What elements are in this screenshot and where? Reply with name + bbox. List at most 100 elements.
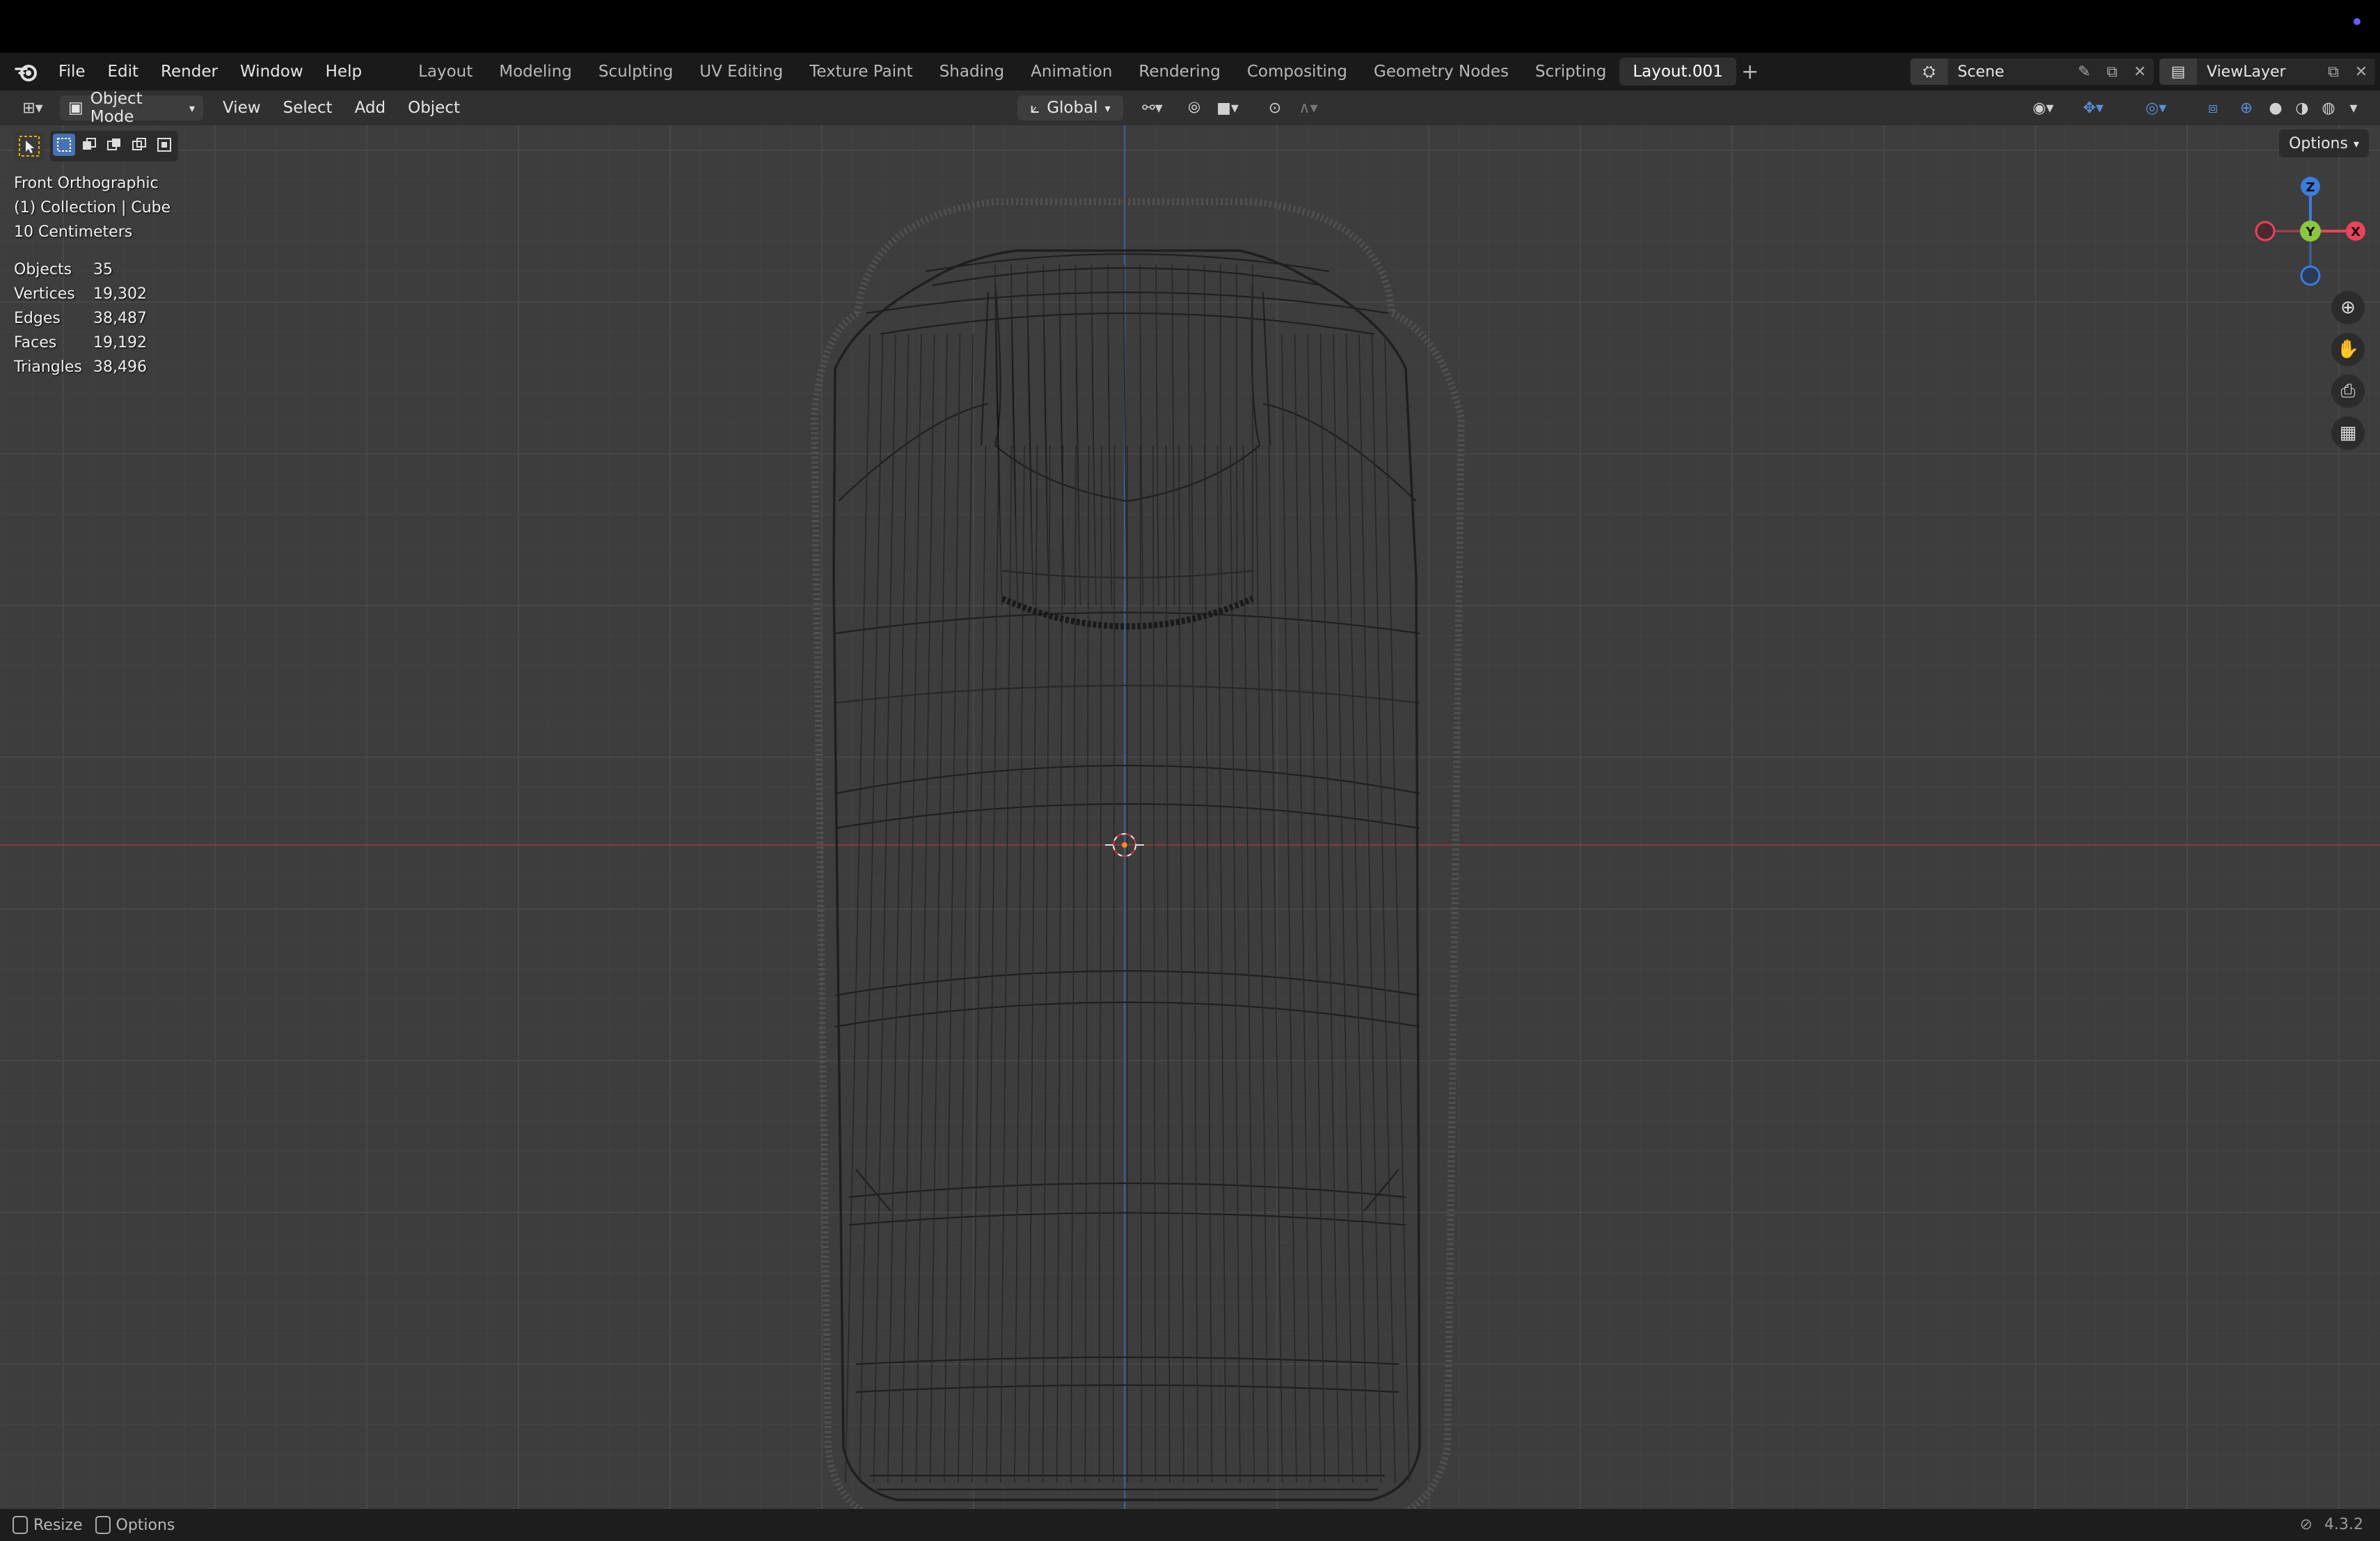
gizmo-neg-x-axis[interactable] [2255,221,2276,242]
mesh-edge-line [873,333,896,1483]
mode-label: Object Mode [90,90,143,126]
tab-scripting[interactable]: Scripting [1522,58,1619,86]
snap-target-icon[interactable]: ■▾ [1208,95,1247,120]
tab-texture-paint[interactable]: Texture Paint [796,58,926,86]
vertical-edge-lines [845,264,1410,1483]
select-extend-icon[interactable] [78,134,100,156]
mesh-edge-line [859,333,884,1483]
tab-uv-editing[interactable]: UV Editing [686,58,796,86]
rendered-shading-icon[interactable]: ◍ [2315,95,2342,120]
scene-icon[interactable]: ⛭ [1910,58,1948,85]
solid-shading-icon[interactable]: ● [2262,95,2290,120]
workspace-tabs: Layout Modeling Sculpting UV Editing Tex… [405,53,1764,90]
pan-hand-icon[interactable]: ✋ [2331,333,2365,366]
selection-mode-group [50,131,178,161]
tab-shading[interactable]: Shading [926,58,1017,86]
mesh-edge-line [1098,445,1102,1483]
tab-animation[interactable]: Animation [1017,58,1125,86]
mesh-edge-line [985,445,999,1483]
orientation-label: Global [1047,99,1098,117]
visibility-eye-icon[interactable]: ◉▾ [2022,95,2064,120]
delete-scene-icon[interactable]: ✕ [2126,63,2154,81]
select-subtract-icon[interactable] [103,134,125,156]
menu-view[interactable]: View [212,99,272,117]
editor-type-icon[interactable]: ⊞▾ [13,95,53,120]
indicator-dot [2354,18,2361,25]
xray-toggle-icon[interactable]: ⧈ [2199,95,2227,120]
mesh-edge-line [1084,445,1090,1483]
active-tool-select-icon[interactable] [14,131,45,161]
vest-mesh-wireframe[interactable] [832,249,1421,1501]
overlays-icon[interactable]: ◎▾ [2135,95,2177,120]
collar-edge-line [1091,264,1097,606]
blender-logo-icon[interactable] [14,59,39,84]
delete-viewlayer-icon[interactable]: ✕ [2347,63,2375,81]
falloff-icon[interactable]: ∧▾ [1289,95,1328,120]
options-button[interactable]: Options ▾ [2279,129,2369,157]
navigation-gizmo[interactable]: Z X Y [2248,167,2373,292]
mesh-edge-line [1152,445,1157,1483]
menu-help[interactable]: Help [315,63,373,81]
mesh-edge-line [1139,445,1142,1483]
mesh-edge-line [1268,445,1283,1483]
tab-modeling[interactable]: Modeling [486,58,585,86]
tool-settings-row [14,131,178,161]
mesh-edge-line [1294,333,1311,1483]
stat-row-faces: Faces 19,192 [14,334,147,351]
tab-rendering[interactable]: Rendering [1125,58,1233,86]
menu-file[interactable]: File [47,63,97,81]
mesh-edge-line [1358,333,1382,1483]
material-shading-icon[interactable]: ◑ [2288,95,2316,120]
menu-select[interactable]: Select [272,99,344,117]
scene-name[interactable]: Scene [1948,63,2070,81]
menu-add[interactable]: Add [344,99,397,117]
menu-window[interactable]: Window [229,63,315,81]
select-new-icon[interactable] [53,134,75,156]
zoom-icon[interactable]: ⊕ [2331,291,2365,324]
mesh-edge-line [944,333,961,1483]
svg-text:Y: Y [2305,225,2315,239]
version-label: 4.3.2 [2324,1516,2363,1533]
viewlayer-selector[interactable]: ▤ ViewLayer ⧉ ✕ [2159,58,2375,85]
tab-sculpting[interactable]: Sculpting [585,58,686,86]
add-workspace-button[interactable]: + [1736,60,1764,84]
scene-selector[interactable]: ⛭ Scene ✎ ⧉ ✕ [1910,58,2154,85]
tab-layout-001[interactable]: Layout.001 [1619,58,1736,86]
menu-edit[interactable]: Edit [97,63,150,81]
stat-row-vertices: Vertices 19,302 [14,285,147,303]
pin-icon[interactable]: ✎ [2070,63,2098,81]
tab-layout[interactable]: Layout [405,58,486,86]
viewport-canvas[interactable] [0,125,2380,1509]
viewport-header: ⊞▾ ▣ Object Mode ▾ View Select Add Objec… [0,90,2380,126]
mesh-edge-line [1178,445,1184,1483]
new-scene-icon[interactable]: ⧉ [2098,63,2126,81]
version-info: ⊘ 4.3.2 [2300,1516,2363,1533]
tab-compositing[interactable]: Compositing [1234,58,1360,86]
menu-render[interactable]: Render [150,63,229,81]
options-status-label: Options [116,1516,175,1534]
viewlayer-name[interactable]: ViewLayer [2197,63,2319,81]
menu-object[interactable]: Object [397,99,471,117]
gizmo-neg-z-axis[interactable] [2300,265,2321,286]
snap-icon[interactable]: ⦾ [1180,95,1208,120]
pivot-point-icon[interactable]: ⚯▾ [1133,95,1172,120]
object-mode-icon: ▣ [68,99,84,117]
new-viewlayer-icon[interactable]: ⧉ [2319,63,2347,81]
shading-options-chevron-icon[interactable]: ▾ [2341,95,2366,120]
mesh-edge-line [971,445,987,1483]
viewlayer-icon[interactable]: ▤ [2159,58,2197,85]
ortho-grid-icon[interactable]: ▦ [2331,416,2365,450]
mesh-edge-line [845,333,871,1483]
select-invert-icon[interactable] [128,134,150,156]
mode-selector[interactable]: ▣ Object Mode ▾ [60,90,203,126]
gizmo-toggle-icon[interactable]: ✥▾ [2072,95,2114,120]
svg-text:Z: Z [2306,180,2315,195]
camera-view-icon[interactable]: ⎙ [2331,374,2365,408]
wireframe-shading-icon[interactable]: ⊕ [2232,95,2260,120]
3d-viewport[interactable]: Front Orthographic (1) Collection | Cube… [0,125,2380,1509]
tab-geometry-nodes[interactable]: Geometry Nodes [1360,58,1522,86]
select-intersect-icon[interactable] [153,134,175,156]
transform-orientation-dropdown[interactable]: ⟀ Global ▾ [1017,95,1123,120]
proportional-edit-icon[interactable]: ⊙ [1261,95,1289,120]
status-resize: Resize [13,1516,83,1534]
